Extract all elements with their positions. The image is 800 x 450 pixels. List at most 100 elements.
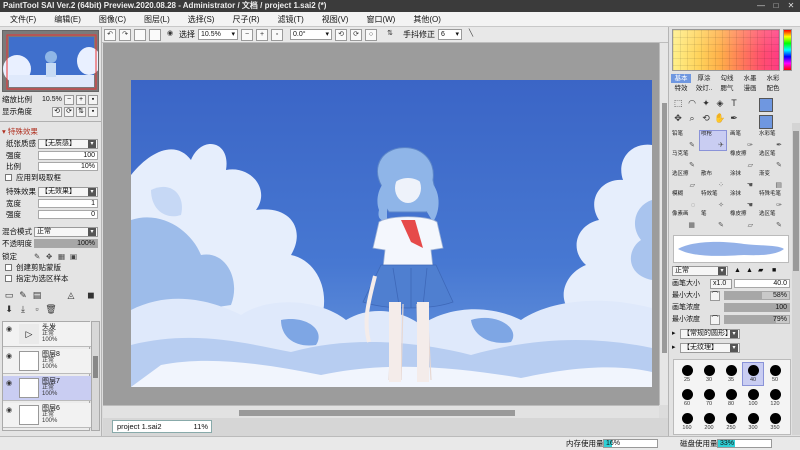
paper-strength-input[interactable]: 100 [38, 151, 98, 160]
menu-item[interactable]: 窗口(W) [356, 12, 403, 26]
zoom-reset-icon[interactable]: ▪ [88, 95, 98, 105]
brush-size-preset[interactable]: 350 [765, 411, 785, 433]
brush-size-preset[interactable]: 30 [699, 363, 719, 385]
right-panel-scrollbar[interactable] [792, 123, 800, 435]
hand-icon[interactable]: ✋ [714, 112, 726, 124]
brush-size-preset[interactable]: 120 [765, 387, 785, 409]
expand-icon[interactable]: ▸ [672, 344, 676, 351]
sample-checkbox[interactable] [5, 275, 12, 282]
density-slider[interactable]: 100 [724, 303, 790, 312]
painting-canvas[interactable] [131, 80, 652, 387]
lock-alpha-icon[interactable]: ▦ [58, 252, 65, 262]
layer-row[interactable]: ◉ ▷ 头发 正常 100% [3, 322, 91, 347]
menu-item[interactable]: 编辑(E) [44, 12, 89, 26]
primary-color-swatch[interactable] [759, 98, 773, 112]
brush-shape-soft-icon[interactable]: ▲ [746, 266, 753, 276]
rotate-icon[interactable]: ⟲ [700, 112, 712, 124]
rotate-left-icon[interactable]: ⟲ [335, 28, 347, 41]
canvas-vertical-scrollbar[interactable] [659, 43, 668, 405]
lock-position-icon[interactable]: ✥ [46, 252, 52, 262]
paper-scale-input[interactable]: 10% [38, 162, 98, 171]
zoom-minus-icon[interactable]: − [64, 95, 74, 105]
brush-slot[interactable]: 选区擦 ▱ [671, 171, 697, 190]
undo-icon[interactable]: ↶ [104, 28, 116, 41]
brush-tab[interactable]: 腮气 [717, 84, 737, 93]
zoom-plus-icon[interactable]: + [76, 95, 86, 105]
new-layer-icon[interactable]: ▭ [3, 289, 15, 301]
flip-icon[interactable]: ⇅ [76, 107, 86, 117]
apply-checkbox[interactable] [5, 174, 12, 181]
brush-blend-dropdown[interactable]: 正常 ▾ [672, 266, 728, 276]
brush-slot[interactable]: 铅笔 ✎ [671, 131, 697, 150]
blend-dropdown[interactable]: 正常 ▾ [34, 227, 98, 237]
angle-left-icon[interactable]: ⟲ [52, 107, 62, 117]
menu-item[interactable]: 滤镜(T) [268, 12, 312, 26]
brush-size-preset[interactable]: 200 [699, 411, 719, 433]
brush-shape-dropdown[interactable]: 【常规的圆形】 ▾ [680, 329, 740, 339]
text-icon[interactable]: T [728, 97, 740, 109]
brush-slot[interactable]: 涂抹 ☚ [729, 191, 755, 210]
texture-dropdown[interactable]: 【无纹理】 ▾ [680, 343, 740, 353]
invert-selection-icon[interactable] [149, 28, 161, 41]
menu-item[interactable]: 图像(C) [89, 12, 134, 26]
brush-tab[interactable]: 配色 [763, 84, 783, 93]
effect-strength-input[interactable]: 0 [38, 210, 98, 219]
angle-reset-icon[interactable]: ▪ [88, 107, 98, 117]
rotation-select[interactable]: 0.0° ▾ [290, 29, 332, 40]
layer-row[interactable]: ◉ 图层7 正常 100% [3, 376, 91, 401]
brush-size-preset[interactable]: 160 [677, 411, 697, 433]
brush-slot[interactable]: 散布 ⁘ [700, 171, 726, 190]
brush-tab[interactable]: 水彩 [763, 74, 783, 83]
eye-icon[interactable]: ◉ [6, 352, 16, 360]
rotate-right-icon[interactable]: ⟳ [350, 28, 362, 41]
scroll-thumb[interactable] [93, 356, 98, 378]
brush-size-preset[interactable]: 50 [765, 363, 785, 385]
effect-dropdown[interactable]: 【无效果】 ▾ [38, 187, 98, 197]
brush-slot[interactable]: 特效笔 ✧ [700, 191, 726, 210]
min-size-curve-icon[interactable]: ⌒ [710, 291, 720, 301]
layer-row[interactable]: ◉ 图层6 正常 100% [3, 403, 91, 428]
brush-size-preset[interactable]: 250 [721, 411, 741, 433]
scroll-thumb[interactable] [239, 410, 515, 416]
brush-tab[interactable]: 效灯.. [694, 84, 714, 93]
lock-paint-icon[interactable]: ✎ [34, 252, 40, 262]
brush-tab[interactable]: 特效 [671, 84, 691, 93]
zoom-icon[interactable]: ⌕ [686, 112, 698, 124]
brush-size-preset[interactable]: 300 [743, 411, 763, 433]
menu-item[interactable]: 文件(F) [0, 12, 44, 26]
brush-size-preset[interactable]: 25 [677, 363, 697, 385]
lock-all-icon[interactable]: ▣ [70, 252, 77, 262]
new-folder-icon[interactable]: ▤ [31, 289, 43, 301]
scroll-thumb[interactable] [662, 103, 667, 353]
document-tab[interactable]: project 1.sai2 11% [112, 420, 212, 433]
paper-dropdown[interactable]: 【无质感】 ▾ [38, 139, 98, 149]
lasso-icon[interactable]: ◠ [686, 97, 698, 109]
merge-down-icon[interactable]: ⤓ [17, 303, 29, 315]
layer-mask-icon[interactable]: ◼ [85, 289, 97, 301]
clear-layer-icon[interactable]: ▫ [31, 303, 43, 315]
opacity-slider[interactable]: 100% [34, 239, 98, 248]
brush-tab[interactable]: 厚涂 [694, 74, 714, 83]
brush-slot[interactable]: 模糊 ◌ [671, 191, 697, 210]
brush-slot[interactable]: 马克笔 ✎ [671, 151, 697, 170]
brush-shape-hard-icon[interactable]: ▰ [758, 266, 763, 276]
move-icon[interactable]: ✥ [672, 112, 684, 124]
canvas-horizontal-scrollbar[interactable] [103, 405, 659, 418]
stabilizer-select[interactable]: 6 ▾ [438, 29, 462, 40]
zoom-select[interactable]: 10.5% ▾ [198, 29, 238, 40]
zoom-reset-icon[interactable]: ▫ [271, 28, 283, 41]
size-multiplier-dropdown[interactable]: x1.0 [710, 279, 732, 289]
delete-layer-icon[interactable]: 🗑 [45, 303, 57, 315]
magic-wand-icon[interactable]: ✦ [700, 97, 712, 109]
clip-checkbox[interactable] [5, 264, 12, 271]
hue-bar[interactable] [783, 29, 792, 71]
brush-size-preset[interactable]: 35 [721, 363, 741, 385]
minimize-icon[interactable]: — [754, 0, 768, 12]
layer-scrollbar[interactable] [91, 321, 100, 431]
brush-slot[interactable]: 水彩笔 ✒ [758, 131, 784, 150]
brush-tab[interactable]: 勾线 [717, 74, 737, 83]
brush-size-preset[interactable]: 100 [743, 387, 763, 409]
brush-size-preset[interactable]: 60 [677, 387, 697, 409]
zoom-out-icon[interactable]: − [241, 28, 253, 41]
menu-item[interactable]: 其他(O) [403, 12, 449, 26]
